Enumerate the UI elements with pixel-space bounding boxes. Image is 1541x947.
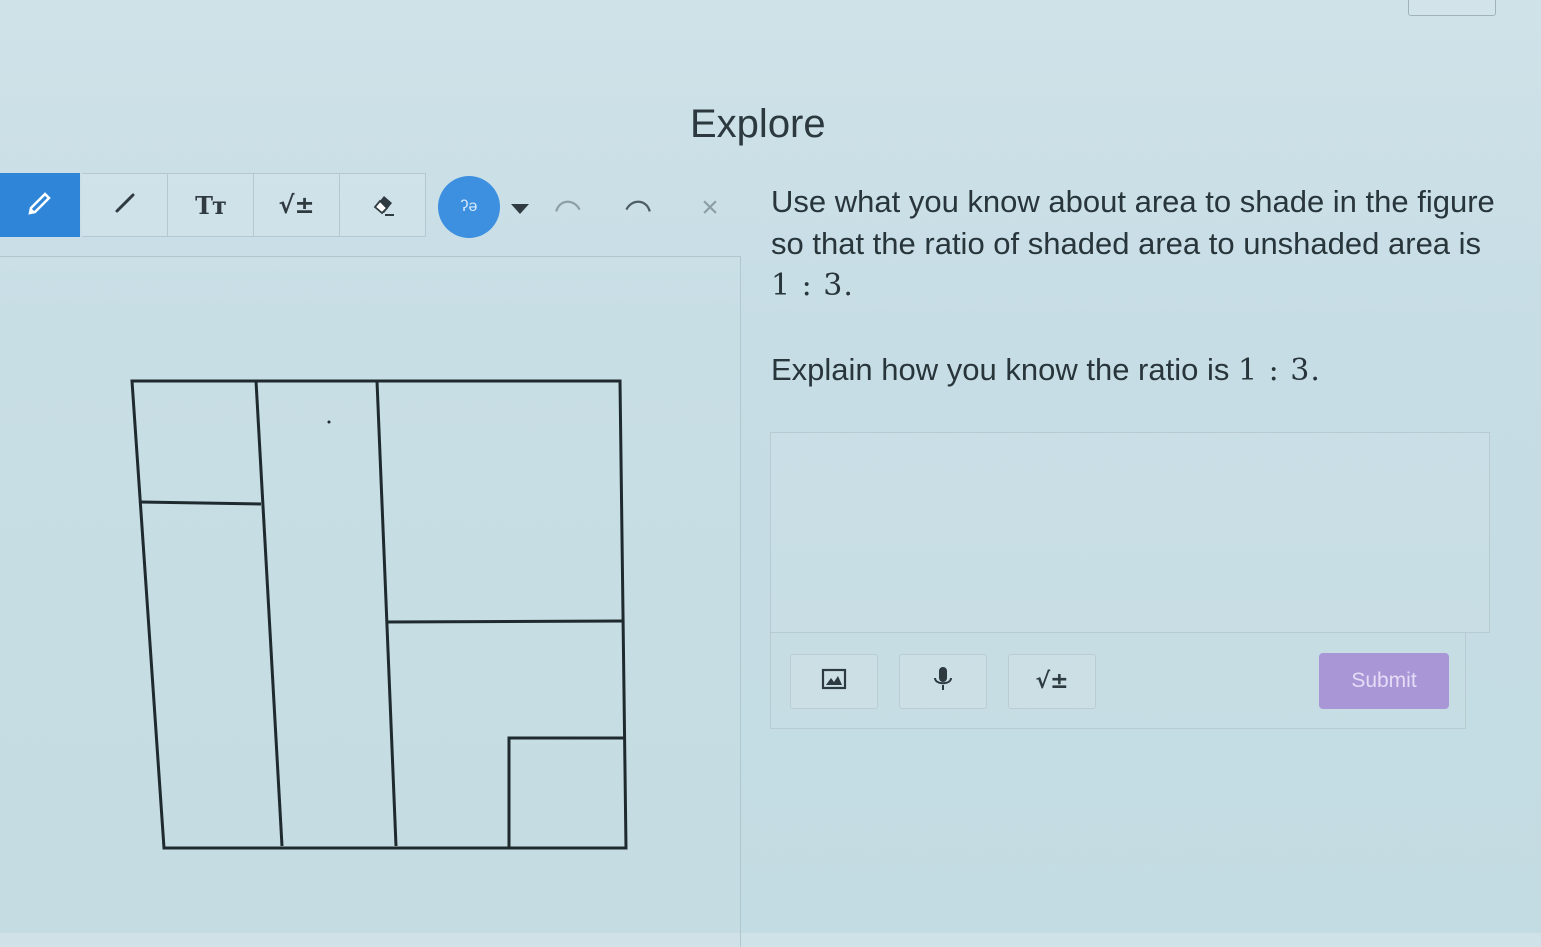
- undo-icon: [549, 188, 585, 229]
- redo-button[interactable]: [619, 188, 659, 228]
- undo-button[interactable]: [547, 188, 587, 228]
- figure-line-left-horizontal: [139, 500, 262, 506]
- figure-line-middle-vertical: [375, 380, 398, 847]
- chevron-down-icon[interactable]: [508, 200, 532, 216]
- figure-line-left-vertical: [254, 380, 284, 847]
- insert-math-button[interactable]: √±: [1008, 654, 1096, 709]
- color-swatch-glyph: ʔə: [460, 198, 478, 215]
- ratio-value-inline: 1 : 3.: [1237, 353, 1321, 388]
- math-tool-button[interactable]: √±: [254, 173, 340, 237]
- submit-button[interactable]: Submit: [1319, 653, 1449, 709]
- eraser-icon: [367, 187, 399, 224]
- top-right-control[interactable]: [1408, 0, 1496, 16]
- clear-button[interactable]: ×: [690, 188, 730, 228]
- question-prompt: Use what you know about area to shade in…: [771, 181, 1511, 307]
- close-icon: ×: [701, 191, 719, 224]
- page-title: Explore: [690, 102, 826, 146]
- line-icon: [109, 187, 141, 224]
- prompt-text: Use what you know about area to shade in…: [771, 184, 1495, 261]
- redo-icon: [621, 188, 657, 229]
- add-image-button[interactable]: [790, 654, 878, 709]
- eraser-tool-button[interactable]: [340, 173, 426, 237]
- color-picker-button[interactable]: ʔə: [438, 176, 500, 238]
- drawing-toolbar: Tт √±: [0, 173, 432, 239]
- line-tool-button[interactable]: [82, 173, 168, 237]
- answer-input[interactable]: [770, 432, 1490, 633]
- text-icon: Tт: [195, 190, 227, 220]
- text-tool-button[interactable]: Tт: [168, 173, 254, 237]
- area-figure[interactable]: [128, 376, 630, 852]
- figure-line-right-horizontal: [386, 619, 623, 624]
- explain-prompt: Explain how you know the ratio is 1 : 3.: [771, 349, 1511, 392]
- record-audio-button[interactable]: [899, 654, 987, 709]
- explain-text: Explain how you know the ratio is: [771, 352, 1230, 387]
- microphone-icon: [928, 664, 958, 699]
- image-icon: [819, 664, 849, 699]
- pencil-tool-button[interactable]: [0, 173, 80, 237]
- pencil-icon: [24, 187, 56, 224]
- math-icon: √±: [1035, 669, 1069, 694]
- math-icon: √±: [278, 191, 315, 219]
- ratio-value: 1 : 3.: [771, 268, 854, 303]
- figure-small-square: [507, 736, 625, 848]
